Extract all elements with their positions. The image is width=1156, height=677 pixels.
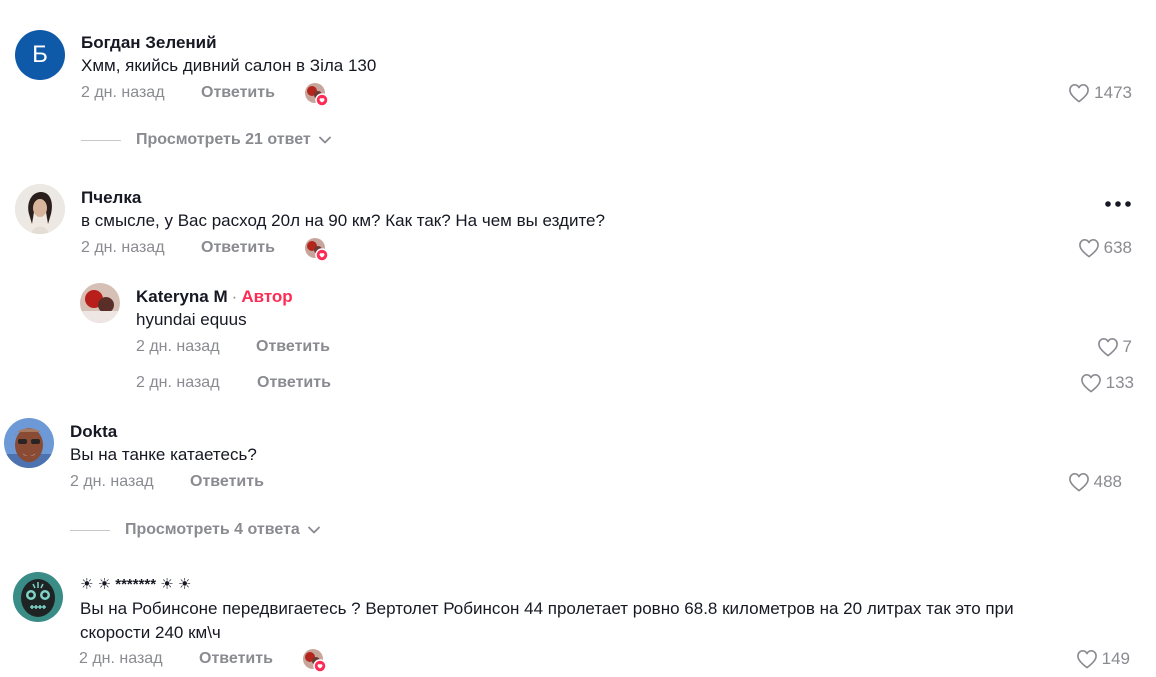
comment-time: 2 дн. назад	[70, 473, 154, 490]
view-replies-button[interactable]: Просмотреть 4 ответа	[70, 521, 320, 539]
avatar[interactable]	[15, 184, 65, 234]
chevron-down-icon	[318, 136, 331, 144]
heart-outline-icon	[1068, 473, 1089, 492]
reply-button[interactable]: Ответить	[190, 473, 264, 491]
comment-time: 2 дн. назад	[81, 84, 165, 101]
author-badge: Автор	[241, 287, 293, 306]
comment-time: 2 дн. назад	[81, 239, 165, 256]
avatar[interactable]	[80, 283, 120, 323]
more-horizontal-icon	[1105, 201, 1131, 207]
avatar-letter: Б	[32, 41, 48, 68]
like-count: 638	[1103, 238, 1132, 257]
heart-outline-icon	[1078, 239, 1099, 258]
reply-button[interactable]: Ответить	[257, 374, 331, 392]
reply-button[interactable]: Ответить	[199, 650, 273, 668]
heart-outline-icon	[1076, 650, 1097, 669]
view-replies-label: Просмотреть 21 ответ	[136, 131, 311, 148]
comment-text: Вы на Робинсоне передвигаетесь ? Вертоле…	[80, 599, 1014, 642]
comment-text: Вы на танке катаетесь?	[70, 445, 257, 464]
like-button[interactable]: 7	[1097, 337, 1132, 357]
avatar[interactable]	[13, 572, 63, 622]
creator-liked-icon	[304, 82, 329, 107]
reply-author-line: Kateryna M · Автор	[136, 287, 293, 307]
heart-outline-icon	[1080, 374, 1101, 393]
reply-time: 2 дн. назад	[136, 374, 220, 391]
more-options-button[interactable]	[1105, 195, 1131, 213]
reply-text: hyundai equus	[136, 310, 247, 329]
comment-text: в смысле, у Вас расход 20л на 90 км? Как…	[81, 211, 605, 230]
like-count: 1473	[1094, 83, 1132, 102]
like-button[interactable]: 1473	[1068, 83, 1132, 103]
comment-text: Хмм, якийсь дивний салон в Зіла 130	[81, 56, 377, 75]
reply-button[interactable]: Ответить	[201, 84, 275, 102]
reply-time: 2 дн. назад	[136, 338, 220, 355]
divider-line	[70, 529, 110, 531]
comment-author-name[interactable]: Пчелка	[81, 188, 141, 208]
like-count: 133	[1105, 373, 1134, 392]
like-button[interactable]: 488	[1068, 472, 1122, 492]
like-count: 488	[1093, 472, 1122, 491]
creator-liked-icon	[304, 237, 329, 262]
divider-line	[81, 139, 121, 141]
avatar[interactable]	[4, 418, 54, 468]
like-button[interactable]: 133	[1080, 373, 1134, 393]
comment-author-name[interactable]: Dokta	[70, 422, 117, 442]
like-button[interactable]: 149	[1076, 649, 1130, 669]
chevron-down-icon	[307, 526, 320, 534]
reply-button[interactable]: Ответить	[201, 239, 275, 257]
comment-time: 2 дн. назад	[79, 650, 163, 667]
reply-button[interactable]: Ответить	[256, 338, 330, 356]
avatar[interactable]: Б	[15, 30, 65, 80]
heart-outline-icon	[1097, 338, 1118, 357]
separator: ·	[231, 287, 238, 306]
view-replies-label: Просмотреть 4 ответа	[125, 521, 300, 538]
view-replies-button[interactable]: Просмотреть 21 ответ	[81, 131, 331, 149]
creator-liked-icon	[302, 648, 327, 673]
heart-outline-icon	[1069, 84, 1090, 103]
comment-author-name[interactable]: ☀ ☀ ******* ☀ ☀	[80, 575, 191, 593]
like-count: 7	[1122, 337, 1132, 356]
like-button[interactable]: 638	[1078, 238, 1132, 258]
like-count: 149	[1101, 649, 1130, 668]
reply-author-name[interactable]: Kateryna M	[136, 287, 228, 306]
comment-author-name[interactable]: Богдан Зелений	[81, 33, 217, 53]
